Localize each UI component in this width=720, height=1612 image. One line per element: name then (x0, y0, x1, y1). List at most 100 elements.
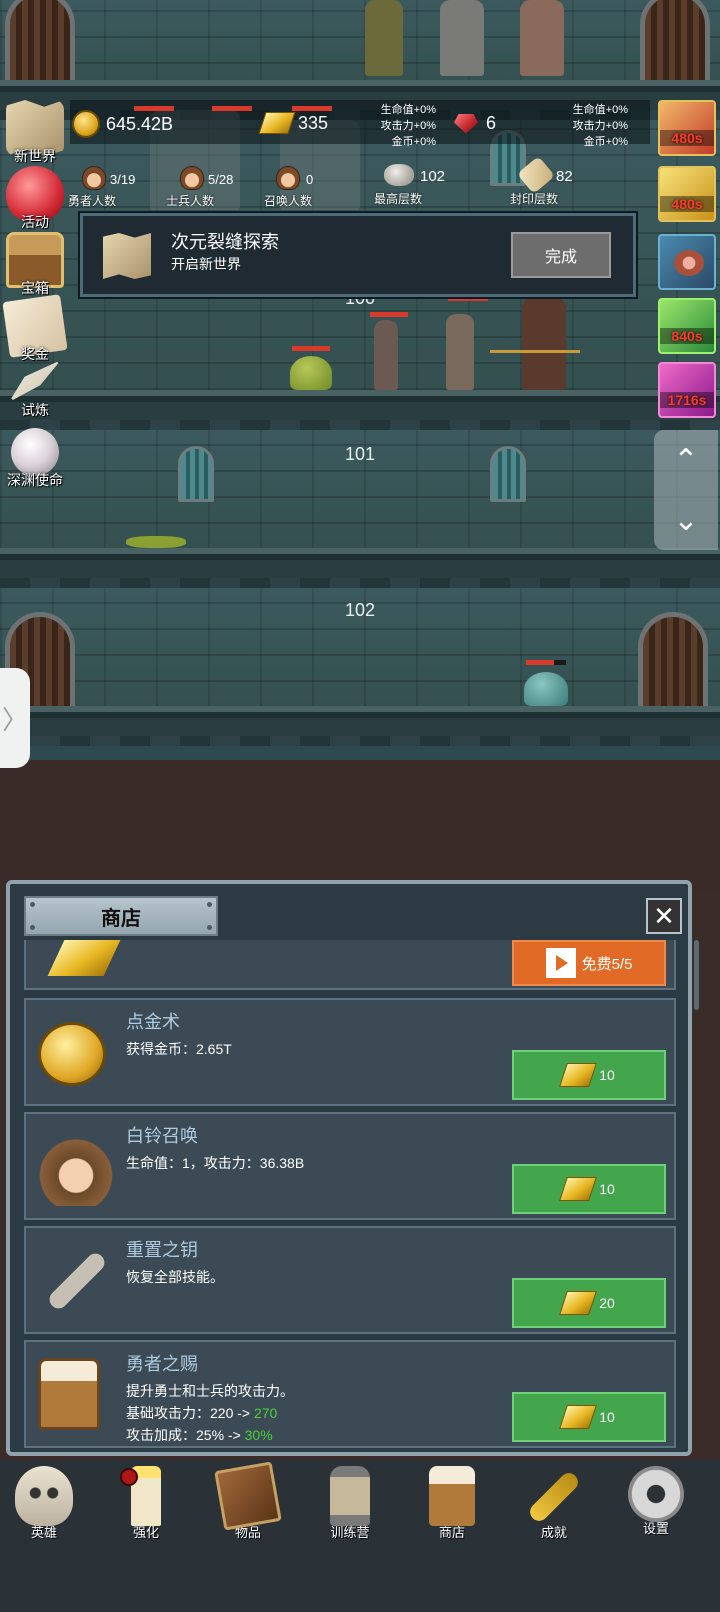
menu-abyss-mission[interactable]: 深渊使命 (0, 428, 70, 490)
price: 10 (599, 1409, 615, 1425)
menu-chests[interactable]: 宝箱 (0, 232, 70, 298)
chevron-right-icon: 〉 (1, 704, 28, 735)
menu-new-world-label: 新世界 (14, 148, 56, 164)
menu-events[interactable]: 活动 (0, 166, 70, 232)
gold-coin-icon (72, 110, 100, 138)
atk-bonus: 攻击力+0% (572, 120, 628, 132)
close-button[interactable]: ✕ (646, 898, 682, 934)
buy-button[interactable]: 10 (512, 1392, 666, 1442)
door (5, 0, 75, 90)
gold-counter: 645.42B (72, 110, 173, 138)
ad-button-label: 免费5/5 (581, 955, 633, 973)
stat-old: 基础攻击力：220 -> (126, 1405, 254, 1421)
hp-bonus: 生命值+0% (572, 104, 628, 116)
reward-timer: 840s (660, 328, 714, 344)
item-desc-line: 攻击加成：25% -> 30% (126, 1424, 294, 1446)
shop-title-text: 商店 (101, 907, 141, 930)
buy-button[interactable]: 10 (512, 1050, 666, 1100)
shop-item-bell-summon: 白铃召唤 生命值：1，攻击力：36.38B 10 (24, 1112, 676, 1220)
reward-slot-5[interactable]: 1716s (658, 362, 716, 418)
nav-enhance[interactable]: 强化 (96, 1466, 196, 1541)
boss-hp-bar (292, 106, 332, 111)
item-name: 重置之钥 (126, 1240, 198, 1260)
shop-item-hero-gift: 勇者之赐 提升勇士和士兵的攻击力。 基础攻击力：220 -> 270 攻击加成：… (24, 1340, 676, 1448)
scroll-up-button[interactable]: ⌃ (654, 430, 718, 490)
meat-icon (674, 250, 704, 276)
hero-count-icon (82, 166, 106, 190)
nav-achievements[interactable]: 成就 (504, 1466, 604, 1541)
item-name: 点金术 (126, 1012, 180, 1032)
enemy-hp-bar (526, 660, 554, 665)
skeleton-enemy (446, 314, 474, 390)
notification-dot (120, 1468, 138, 1486)
summon-count-icon (276, 166, 300, 190)
price: 10 (599, 1067, 615, 1083)
quest-title: 次元裂缝探索 (171, 232, 279, 252)
nav-enhance-label: 强化 (132, 1525, 159, 1540)
ledge (0, 390, 720, 430)
ground (0, 760, 720, 890)
soldier-count-icon (180, 166, 204, 190)
rivet (30, 925, 35, 930)
stat-new: 270 (253, 1405, 278, 1421)
door (638, 612, 708, 712)
stone-icon (384, 164, 414, 186)
video-play-icon (545, 948, 576, 978)
gold-bar-icon (559, 1291, 598, 1315)
menu-events-label: 活动 (21, 214, 49, 230)
shop-item-gold-bars: 免费5/5 (24, 940, 676, 990)
summon-count-label: 召唤人数 (264, 194, 313, 208)
bonus-panel-right: 生命值+0% 攻击力+0% 金币+0% (556, 102, 628, 150)
soldier-count: 5/28 (208, 172, 234, 187)
soldier-count-label: 士兵人数 (166, 194, 215, 208)
shop-item-reset-key: 重置之钥 恢复全部技能。 20 (24, 1226, 676, 1334)
quest-complete-button[interactable]: 完成 (511, 232, 611, 278)
menu-bonus[interactable]: 奖金 (0, 294, 70, 364)
hp-bonus: 生命值+0% (380, 104, 436, 116)
quest-subtitle: 开启新世界 (171, 256, 241, 272)
reward-slot-1[interactable]: 480s (658, 100, 716, 156)
reward-timer: 1716s (660, 392, 714, 408)
reward-slot-3[interactable] (658, 234, 716, 290)
gold-bar-icon (47, 940, 121, 976)
nav-shop-label: 商店 (438, 1525, 465, 1540)
floor-scroll-controls: ⌃ ⌄ (654, 430, 718, 550)
reward-timer: 480s (660, 196, 714, 212)
shop-scrollbar[interactable] (694, 940, 699, 1010)
buy-button[interactable]: 10 (512, 1164, 666, 1214)
menu-new-world[interactable]: 新世界 (0, 100, 70, 166)
slime-enemy (290, 356, 332, 390)
gold-bonus: 金币+0% (583, 136, 628, 148)
quest-popup: 次元裂缝探索 开启新世界 完成 (80, 213, 636, 297)
nav-items[interactable]: 物品 (198, 1461, 298, 1541)
gold-coin-icon (38, 1022, 106, 1086)
item-desc: 提升勇士和士兵的攻击力。 基础攻击力：220 -> 270 攻击加成：25% -… (126, 1380, 294, 1446)
bonus-panel-left: 生命值+0% 攻击力+0% 金币+0% (364, 102, 436, 150)
rivet (207, 902, 212, 907)
nav-heroes[interactable]: 英雄 (0, 1466, 94, 1541)
reward-slot-4[interactable]: 840s (658, 298, 716, 354)
pearl-icon (11, 428, 59, 476)
nav-settings[interactable]: 设置 (606, 1466, 706, 1537)
floor-number: 102 (344, 600, 376, 620)
nav-shop[interactable]: 商店 (402, 1466, 502, 1541)
game-screen: { "resources": { "gold": "645.42B", "gol… (0, 0, 720, 1612)
watch-ad-button[interactable]: 免费5/5 (512, 940, 666, 986)
buy-button[interactable]: 20 (512, 1278, 666, 1328)
side-drawer-tab[interactable]: 〉 (0, 668, 30, 768)
gold-value: 645.42B (106, 113, 174, 134)
close-icon: ✕ (653, 900, 675, 931)
menu-trial-label: 试炼 (21, 402, 49, 418)
scroll-down-button[interactable]: ⌄ (654, 490, 718, 550)
reward-slot-2[interactable]: 480s (658, 166, 716, 222)
gear-icon (628, 1466, 684, 1522)
gold-bar-counter: 335 (258, 112, 328, 134)
floor-band-top (0, 0, 720, 90)
shop-list[interactable]: 免费5/5 点金术 获得金币：2.65T 10 白铃召唤 生命值：1，攻击力：3… (24, 940, 676, 1452)
seal-floor-label: 封印层数 (510, 192, 559, 206)
ledge (0, 548, 720, 588)
nav-training-camp[interactable]: 训练营 (300, 1466, 400, 1541)
menu-trial[interactable]: 试炼 (0, 360, 70, 420)
item-name: 白铃召唤 (126, 1126, 198, 1146)
price: 20 (599, 1295, 615, 1311)
